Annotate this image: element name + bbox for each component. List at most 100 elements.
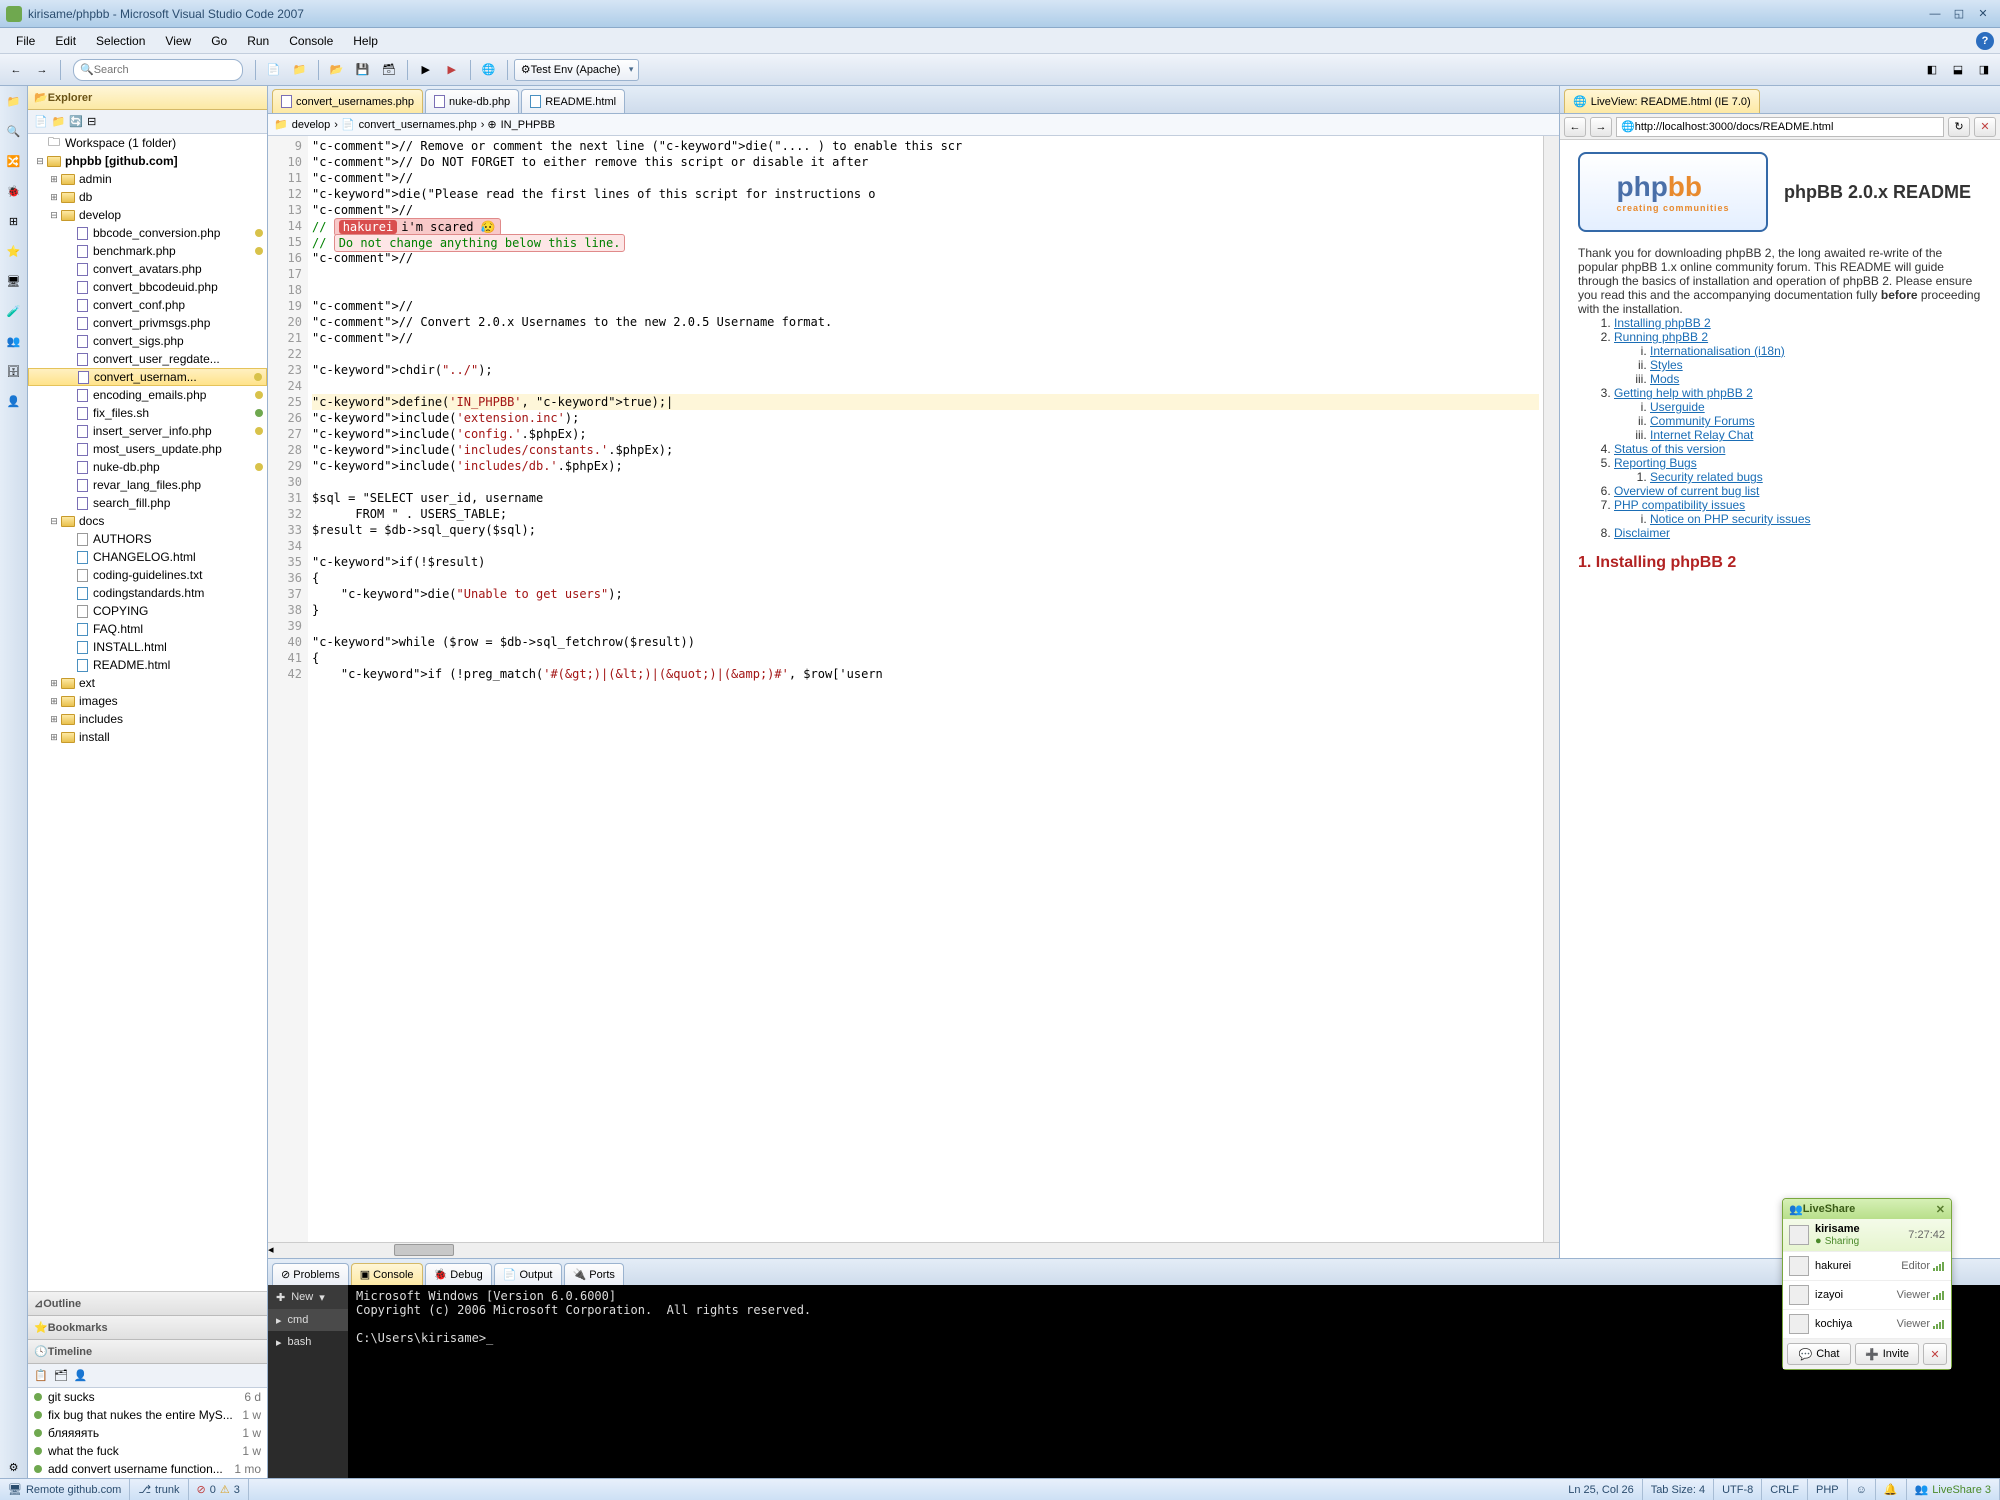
vertical-scrollbar[interactable] bbox=[1543, 136, 1559, 1242]
timeline-item[interactable]: add convert username function...1 mo bbox=[28, 1460, 267, 1478]
tree-item[interactable]: ⊞db bbox=[28, 188, 267, 206]
remote-icon[interactable]: 🖥 bbox=[3, 270, 25, 292]
accounts-icon[interactable]: 👤 bbox=[3, 390, 25, 412]
editor-tab[interactable]: README.html bbox=[521, 89, 625, 113]
editor-tab[interactable]: nuke-db.php bbox=[425, 89, 519, 113]
tree-item[interactable]: ⊞images bbox=[28, 692, 267, 710]
status-language[interactable]: PHP bbox=[1808, 1479, 1848, 1500]
tree-item[interactable]: INSTALL.html bbox=[28, 638, 267, 656]
status-encoding[interactable]: UTF-8 bbox=[1714, 1479, 1762, 1500]
new-file-icon[interactable]: 📄 bbox=[34, 115, 48, 128]
status-remote[interactable]: 🖥 Remote github.com bbox=[0, 1479, 130, 1500]
tree-item[interactable]: convert_bbcodeuid.php bbox=[28, 278, 267, 296]
timeline-sort-icon[interactable]: 🗂 bbox=[54, 1369, 68, 1382]
search-field[interactable] bbox=[94, 64, 236, 76]
save-all-button[interactable]: 🗃 bbox=[377, 58, 401, 82]
timeline-item[interactable]: fix bug that nukes the entire MyS...1 w bbox=[28, 1406, 267, 1424]
tree-item[interactable]: FAQ.html bbox=[28, 620, 267, 638]
new-folder-button[interactable]: 📁 bbox=[288, 58, 312, 82]
tree-item[interactable]: bbcode_conversion.php bbox=[28, 224, 267, 242]
layout-left-icon[interactable]: ◧ bbox=[1920, 58, 1944, 82]
new-terminal-button[interactable]: ✚ New ▾ bbox=[268, 1285, 348, 1309]
nav-back-button[interactable]: ← bbox=[4, 58, 28, 82]
tree-item[interactable]: ⊟develop bbox=[28, 206, 267, 224]
tree-item[interactable]: ⊞includes bbox=[28, 710, 267, 728]
tree-item[interactable]: codingstandards.htm bbox=[28, 584, 267, 602]
stop-share-button[interactable]: ✕ bbox=[1923, 1343, 1947, 1365]
debug-button[interactable]: ▶ bbox=[440, 58, 464, 82]
editor-tab[interactable]: convert_usernames.php bbox=[272, 89, 423, 113]
panel-tab-console[interactable]: ▣ Console bbox=[351, 1263, 423, 1285]
code-editor[interactable]: 9 10 11 12 13 14 15 16 17 18 19 20 21 22… bbox=[268, 136, 1559, 1242]
tree-item[interactable]: convert_user_regdate... bbox=[28, 350, 267, 368]
new-folder-icon[interactable]: 📁 bbox=[52, 115, 66, 128]
collapse-icon[interactable]: ⊟ bbox=[87, 115, 96, 128]
search-icon[interactable]: 🔍 bbox=[3, 120, 25, 142]
save-button[interactable]: 💾 bbox=[351, 58, 375, 82]
tree-item[interactable]: benchmark.php bbox=[28, 242, 267, 260]
status-smiley[interactable]: ☺ bbox=[1848, 1479, 1876, 1500]
status-bell[interactable]: 🔔 bbox=[1876, 1479, 1907, 1500]
preview-back-button[interactable]: ← bbox=[1564, 117, 1586, 137]
extensions-icon[interactable]: ⊞ bbox=[3, 210, 25, 232]
invite-button[interactable]: ➕ Invite bbox=[1855, 1343, 1919, 1365]
terminal[interactable]: Microsoft Windows [Version 6.0.6000] Cop… bbox=[348, 1285, 2000, 1478]
tree-item[interactable]: CHANGELOG.html bbox=[28, 548, 267, 566]
run-button[interactable]: ▶ bbox=[414, 58, 438, 82]
panel-tab-output[interactable]: 📄 Output bbox=[494, 1263, 562, 1285]
tree-item[interactable]: encoding_emails.php bbox=[28, 386, 267, 404]
nav-forward-button[interactable]: → bbox=[30, 58, 54, 82]
status-cursor[interactable]: Ln 25, Col 26 bbox=[1560, 1479, 1642, 1500]
timeline-header[interactable]: 🕓 Timeline bbox=[28, 1340, 267, 1364]
layout-bottom-icon[interactable]: ⬓ bbox=[1946, 58, 1970, 82]
liveshare-user[interactable]: hakureiEditor bbox=[1783, 1252, 1951, 1281]
timeline-item[interactable]: what the fuck1 w bbox=[28, 1442, 267, 1460]
timeline-item[interactable]: git sucks6 d bbox=[28, 1388, 267, 1406]
tree-item[interactable]: convert_conf.php bbox=[28, 296, 267, 314]
tree-item[interactable]: fix_files.sh bbox=[28, 404, 267, 422]
horizontal-scrollbar[interactable]: ◂ bbox=[268, 1242, 1559, 1258]
tree-item[interactable]: README.html bbox=[28, 656, 267, 674]
browser-button[interactable]: 🌐 bbox=[477, 58, 501, 82]
file-tree[interactable]: 🗀Workspace (1 folder)⊟phpbb [github.com]… bbox=[28, 134, 267, 1291]
tree-item[interactable]: COPYING bbox=[28, 602, 267, 620]
timeline-filter-icon[interactable]: 📋 bbox=[34, 1369, 48, 1382]
bookmarks-icon[interactable]: ⭐ bbox=[3, 240, 25, 262]
menu-run[interactable]: Run bbox=[237, 31, 279, 51]
scm-icon[interactable]: 🔀 bbox=[3, 150, 25, 172]
chat-button[interactable]: 💬 Chat bbox=[1787, 1343, 1851, 1365]
timeline-item[interactable]: бляяяять1 w bbox=[28, 1424, 267, 1442]
preview-url[interactable]: 🌐 http://localhost:3000/docs/README.html bbox=[1616, 117, 1944, 137]
status-branch[interactable]: ⎇ trunk bbox=[130, 1479, 188, 1500]
menu-console[interactable]: Console bbox=[279, 31, 343, 51]
tree-item[interactable]: coding-guidelines.txt bbox=[28, 566, 267, 584]
tree-item[interactable]: ⊞admin bbox=[28, 170, 267, 188]
layout-right-icon[interactable]: ◨ bbox=[1972, 58, 1996, 82]
menu-selection[interactable]: Selection bbox=[86, 31, 155, 51]
menu-help[interactable]: Help bbox=[343, 31, 388, 51]
tree-item[interactable]: convert_usernam... bbox=[28, 368, 267, 386]
liveshare-icon[interactable]: 👥 bbox=[3, 330, 25, 352]
liveshare-close-icon[interactable]: ✕ bbox=[1936, 1203, 1945, 1216]
new-file-button[interactable]: 📄 bbox=[262, 58, 286, 82]
menu-go[interactable]: Go bbox=[201, 31, 237, 51]
status-liveshare[interactable]: 👥 LiveShare 3 bbox=[1907, 1479, 2000, 1500]
breadcrumb[interactable]: 📁 develop › 📄 convert_usernames.php › ⊕ … bbox=[268, 114, 1559, 136]
status-tabsize[interactable]: Tab Size: 4 bbox=[1643, 1479, 1714, 1500]
preview-forward-button[interactable]: → bbox=[1590, 117, 1612, 137]
timeline-user-icon[interactable]: 👤 bbox=[74, 1369, 88, 1382]
db-icon[interactable]: 🗄 bbox=[3, 360, 25, 382]
tree-item[interactable]: nuke-db.php bbox=[28, 458, 267, 476]
refresh-icon[interactable]: 🔄 bbox=[69, 115, 83, 128]
debug-icon[interactable]: 🐞 bbox=[3, 180, 25, 202]
liveshare-user[interactable]: izayoiViewer bbox=[1783, 1281, 1951, 1310]
tree-item[interactable]: 🗀Workspace (1 folder) bbox=[28, 134, 267, 152]
preview-refresh-button[interactable]: ↻ bbox=[1948, 117, 1970, 137]
minimize-button[interactable]: — bbox=[1924, 5, 1946, 23]
settings-icon[interactable]: ⚙ bbox=[3, 1456, 25, 1478]
menu-view[interactable]: View bbox=[155, 31, 201, 51]
explorer-icon[interactable]: 📁 bbox=[3, 90, 25, 112]
search-input[interactable]: 🔍 bbox=[73, 59, 243, 81]
tree-item[interactable]: ⊞ext bbox=[28, 674, 267, 692]
tree-item[interactable]: search_fill.php bbox=[28, 494, 267, 512]
